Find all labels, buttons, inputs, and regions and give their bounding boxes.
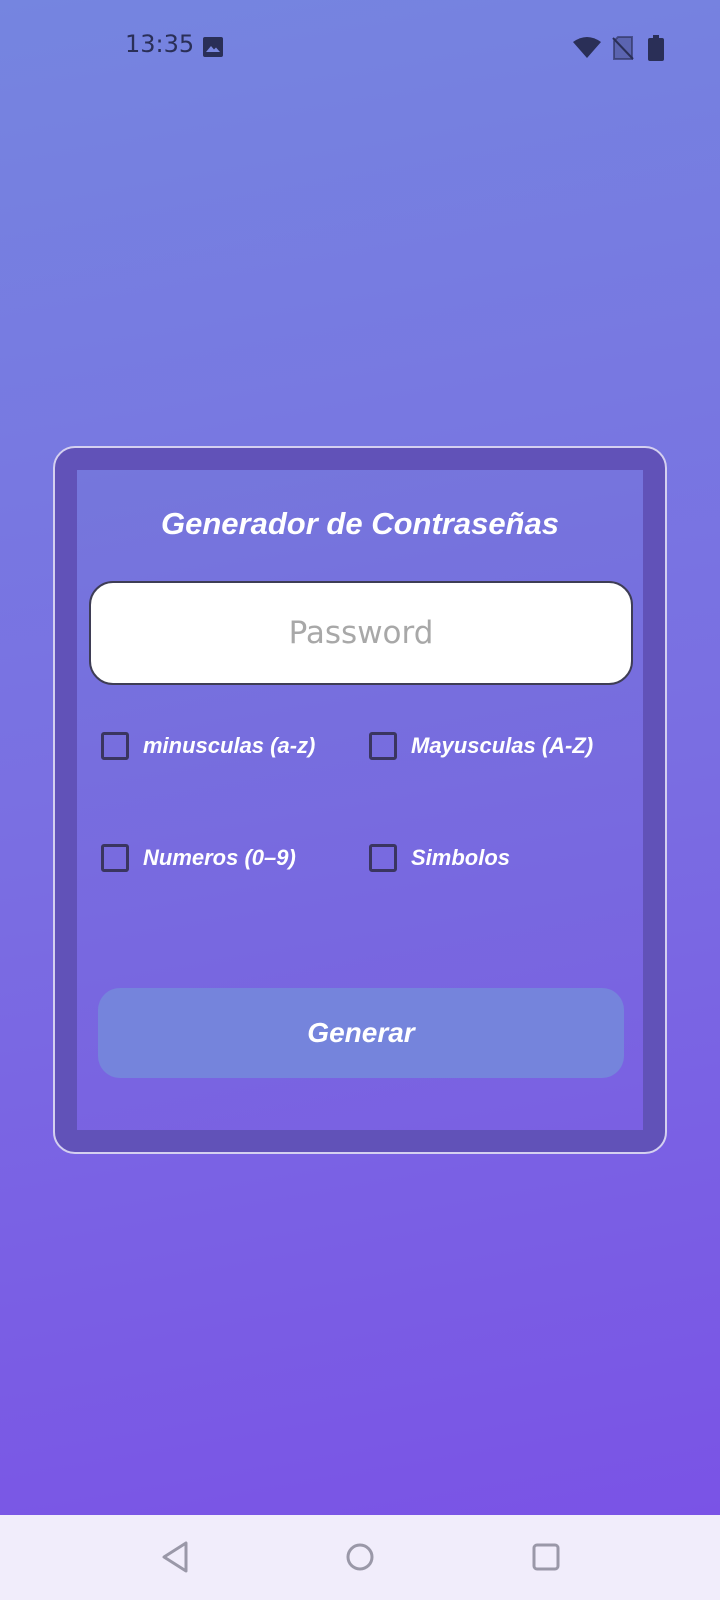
wifi-icon [573,37,601,58]
option-numbers[interactable]: Numeros (0–9) [101,838,296,878]
lowercase-label: minusculas (a-z) [143,733,316,758]
card-title: Generador de Contraseñas [161,506,559,541]
navigation-bar [0,1515,720,1600]
gallery-icon [203,37,223,57]
numbers-label: Numeros (0–9) [143,845,296,870]
no-sim-icon [612,36,634,60]
password-field[interactable] [89,581,633,685]
uppercase-label: Mayusculas (A-Z) [411,733,594,758]
battery-icon [648,35,664,61]
option-symbols[interactable]: Simbolos [369,838,510,878]
generator-card-body: Generador de Contraseñas minusculas (a-z… [77,470,643,1130]
generate-button[interactable]: Generar [98,988,624,1078]
app-screen: 13:35 Generador de Contraseñas minuscula… [0,0,720,1600]
symbols-checkbox[interactable] [369,844,397,872]
status-bar: 13:35 [0,0,720,96]
status-time: 13:35 [125,30,195,58]
lowercase-checkbox[interactable] [101,732,129,760]
option-uppercase[interactable]: Mayusculas (A-Z) [369,726,593,766]
symbols-label: Simbolos [411,845,511,870]
recents-icon[interactable] [526,1537,566,1577]
back-icon[interactable] [156,1537,196,1577]
numbers-checkbox[interactable] [101,844,129,872]
uppercase-checkbox[interactable] [369,732,397,760]
home-icon[interactable] [340,1537,380,1577]
generator-card: Generador de Contraseñas minusculas (a-z… [53,446,667,1154]
option-lowercase[interactable]: minusculas (a-z) [101,726,315,766]
